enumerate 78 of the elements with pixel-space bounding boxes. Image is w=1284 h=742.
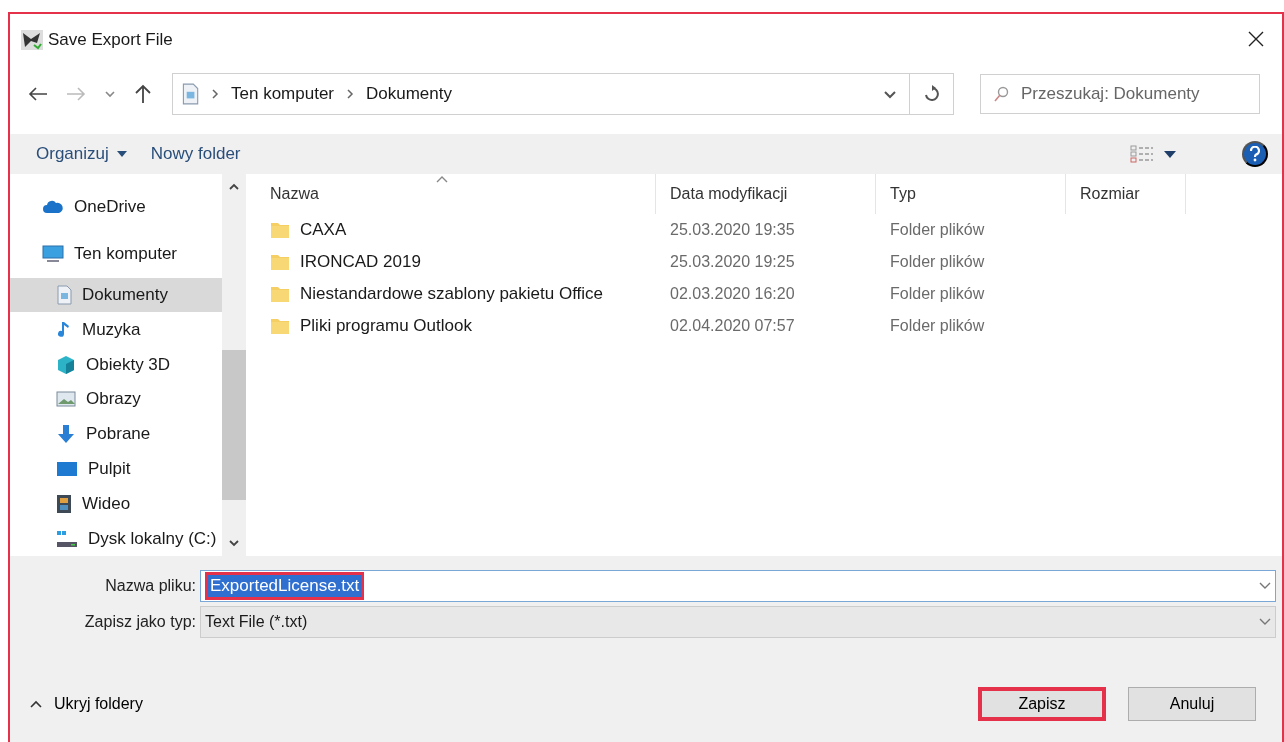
column-header[interactable]: Nazwa [256,174,656,214]
sidebar-item[interactable]: Pulpit [10,451,222,487]
dropdown-caret-icon[interactable] [1259,618,1271,626]
field-label: Nazwa pliku: [104,577,197,595]
folder-icon [270,285,290,303]
film-icon [56,493,72,514]
sidebar-item[interactable]: Obiekty 3D [10,347,222,382]
desktop-icon [56,460,78,477]
cancel-button[interactable]: Anuluj [1128,687,1256,721]
table-cell-text: 02.04.2020 07:57 [669,317,796,335]
details-view-icon [1130,144,1156,164]
search-input[interactable]: Przeszukaj: Dokumenty [1019,83,1233,105]
search-icon [993,86,1009,102]
sidebar-item[interactable]: Obrazy [10,382,222,417]
table-cell-text: Folder plików [889,317,986,335]
arrow-right-icon [66,86,86,102]
sidebar-item[interactable]: Muzyka [10,312,222,348]
close-icon [1248,31,1264,47]
window-title: Save Export File [48,30,174,50]
download-arrow-icon [56,424,76,445]
folder-icon [270,253,290,271]
file-name[interactable]: IRONCAD 2019 [300,252,421,272]
music-note-icon [56,319,72,340]
chevron-icon [346,88,354,100]
image-icon [56,391,76,408]
sidebar-item[interactable]: Pobrane [10,416,222,452]
arrow-up-icon [134,84,152,104]
breadcrumb-item[interactable]: Dokumenty [366,84,452,104]
app-icon [20,29,44,51]
table-cell-text: Folder plików [889,285,986,303]
column-header[interactable]: Typ [876,174,1066,214]
address-bar[interactable]: Ten komputer Dokumenty [172,73,954,115]
column-header[interactable]: Data modyfikacji [656,174,876,214]
breadcrumb-item[interactable]: Ten komputer [231,84,334,104]
document-icon [181,83,199,105]
chevron-icon [211,88,219,100]
organize-menu-button[interactable]: Organizuj [34,140,129,168]
chevron-up-icon [30,700,42,708]
sidebar-item[interactable]: OneDrive [10,190,222,225]
monitor-icon [42,245,64,264]
file-name[interactable]: Pliki programu Outlook [300,316,472,336]
cube-icon [56,354,76,375]
table-cell-text: 02.03.2020 16:20 [669,285,796,303]
save-button[interactable]: Zapisz [978,687,1106,721]
file-name[interactable]: Niestandardowe szablony pakietu Office [300,284,604,304]
caret-icon [116,151,127,157]
chevron-down-icon [883,89,897,99]
table-cell-text: 25.03.2020 19:35 [669,221,796,239]
filename-value: ExportedLicense.txt [205,572,365,600]
dropdown-caret-icon[interactable] [1259,582,1271,590]
drive-icon [56,529,78,548]
file-name[interactable]: CAXA [300,220,347,240]
table-cell-text: 25.03.2020 19:25 [669,253,796,271]
arrow-left-icon [28,86,48,102]
cloud-icon [42,200,64,215]
new-folder-button[interactable]: Nowy folder [148,140,243,168]
hide-folders-button[interactable]: Ukryj foldery [30,695,956,713]
refresh-icon [923,85,940,103]
sidebar-item[interactable]: Dysk lokalny (C:) [10,521,222,556]
sidebar-item[interactable]: Dokumenty [10,277,222,313]
sort-ascending-icon [436,175,448,183]
question-mark-icon [1250,146,1260,162]
table-cell-text: Folder plików [889,253,986,271]
scrollbar-thumb[interactable] [222,350,246,500]
chevron-down-icon [104,90,116,98]
folder-icon [270,317,290,335]
sidebar-item[interactable]: Ten komputer [10,236,222,272]
document-icon [56,285,72,305]
sidebar-item[interactable]: Wideo [10,486,222,522]
caret-icon [1164,150,1176,158]
table-cell-text: Folder plików [889,221,986,239]
file-type-dropdown[interactable]: Text File (*.txt) [200,606,1276,638]
column-header[interactable]: Rozmiar [1066,174,1186,214]
search-field[interactable]: Przeszukaj: Dokumenty [980,74,1260,114]
folder-icon [270,221,290,239]
field-label: Zapisz jako typ: [83,613,197,631]
help-button[interactable] [1242,141,1268,167]
filename-field[interactable]: ExportedLicense.txt [200,570,1276,602]
